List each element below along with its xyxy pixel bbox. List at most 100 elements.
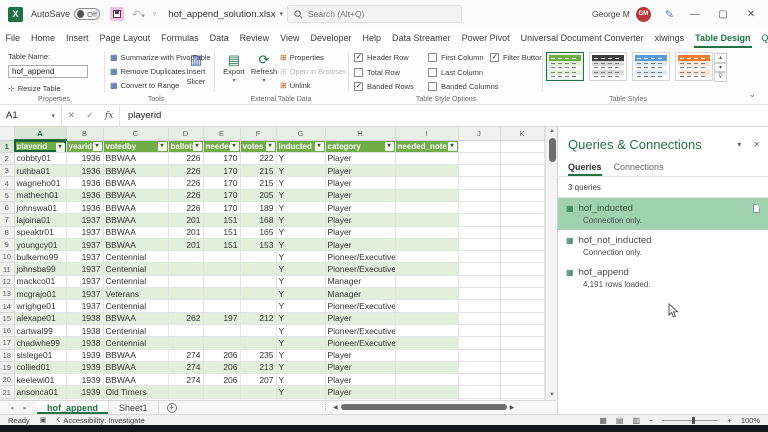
column-header-C[interactable]: C xyxy=(103,127,168,140)
cell[interactable] xyxy=(203,337,240,349)
cell[interactable]: 1936 xyxy=(66,189,103,201)
cell[interactable]: 206 xyxy=(203,349,240,361)
cell[interactable]: 189 xyxy=(240,201,276,213)
cell[interactable] xyxy=(203,300,240,312)
cell[interactable] xyxy=(395,263,458,275)
cell[interactable]: 1939 xyxy=(66,349,103,361)
zoom-out-icon[interactable]: − xyxy=(649,416,653,425)
enter-icon[interactable]: ✓ xyxy=(86,110,94,121)
cell[interactable]: 1936 xyxy=(66,165,103,177)
cell[interactable]: 1937 xyxy=(66,251,103,263)
cell[interactable]: 201 xyxy=(168,238,203,250)
cell[interactable]: BBWAA xyxy=(103,226,168,238)
empty-cell[interactable] xyxy=(500,152,544,164)
ribbon-tab[interactable]: Query xyxy=(756,28,768,48)
cell[interactable]: Player xyxy=(325,214,395,226)
gallery-more-button[interactable]: ⊽ xyxy=(714,72,727,82)
cell[interactable]: ruthba01 xyxy=(14,165,66,177)
empty-cell[interactable] xyxy=(458,238,500,250)
empty-cell[interactable] xyxy=(458,263,500,275)
empty-cell[interactable] xyxy=(500,300,544,312)
empty-cell[interactable] xyxy=(500,214,544,226)
pen-icon[interactable]: ✎ xyxy=(665,8,674,21)
style-option-checkbox[interactable]: Last Column xyxy=(428,68,499,77)
cell[interactable]: Pioneer/Executive xyxy=(325,300,395,312)
avatar[interactable]: GM xyxy=(636,7,651,22)
cell[interactable]: Y xyxy=(276,201,325,213)
cell[interactable]: Centennial xyxy=(103,263,168,275)
cell[interactable]: 1939 xyxy=(66,361,103,373)
cell[interactable]: 1936 xyxy=(66,201,103,213)
cell[interactable]: Y xyxy=(276,214,325,226)
ribbon-tab[interactable]: Table Design xyxy=(690,28,756,48)
ribbon-tab[interactable]: Data Streamer xyxy=(387,28,457,48)
cell[interactable]: Y xyxy=(276,337,325,349)
row-number[interactable]: 12 xyxy=(0,275,14,287)
cell[interactable]: BBWAA xyxy=(103,361,168,373)
gallery-down-button[interactable]: ▾ xyxy=(714,63,727,73)
undo-icon[interactable]: ↶▾ xyxy=(132,8,145,21)
cell[interactable]: Player xyxy=(325,386,395,398)
sheet-tab[interactable]: hof_append xyxy=(37,401,109,414)
user-name[interactable]: George M xyxy=(592,9,630,19)
filter-dropdown-icon[interactable]: ▾ xyxy=(56,143,65,152)
cell[interactable] xyxy=(168,386,203,398)
ribbon-tab[interactable]: Developer xyxy=(305,28,357,48)
cell[interactable]: 226 xyxy=(168,165,203,177)
cell[interactable] xyxy=(395,165,458,177)
cell[interactable]: cobbty01 xyxy=(14,152,66,164)
cell[interactable]: Pioneer/Executive xyxy=(325,251,395,263)
cell[interactable] xyxy=(395,312,458,324)
empty-cell[interactable] xyxy=(500,165,544,177)
column-header-H[interactable]: H xyxy=(325,127,395,140)
external-data-item[interactable]: ⊞ Open in Browser xyxy=(280,67,346,76)
minimize-button[interactable]: — xyxy=(688,9,702,20)
horizontal-scroll-thumb[interactable] xyxy=(341,404,507,410)
column-header-G[interactable]: G xyxy=(276,127,325,140)
cell[interactable]: Y xyxy=(276,374,325,386)
empty-cell[interactable] xyxy=(458,337,500,349)
cell[interactable]: BBWAA xyxy=(103,374,168,386)
table-header-cell[interactable]: inducted▾ xyxy=(276,140,325,152)
cell[interactable]: Centennial xyxy=(103,275,168,287)
cell[interactable]: 207 xyxy=(240,374,276,386)
cell[interactable]: keelewi01 xyxy=(14,374,66,386)
ribbon-tab[interactable]: Formulas xyxy=(156,28,205,48)
cell[interactable]: 1937 xyxy=(66,300,103,312)
cell[interactable]: 206 xyxy=(203,374,240,386)
cell[interactable]: BBWAA xyxy=(103,201,168,213)
cell[interactable]: ansonca01 xyxy=(14,386,66,398)
cell[interactable]: Y xyxy=(276,263,325,275)
cell[interactable]: 262 xyxy=(168,312,203,324)
filter-dropdown-icon[interactable]: ▾ xyxy=(158,142,167,151)
cell[interactable] xyxy=(203,251,240,263)
save-icon[interactable] xyxy=(110,7,124,21)
customize-toolbar-icon[interactable]: ▿ xyxy=(153,10,157,18)
cell[interactable]: 226 xyxy=(168,201,203,213)
cell[interactable]: BBWAA xyxy=(103,349,168,361)
autosave-control[interactable]: AutoSave Off xyxy=(31,8,100,20)
cell[interactable]: 170 xyxy=(203,177,240,189)
query-list-item[interactable]: ▦ hof_inducted Connection only. xyxy=(558,198,768,230)
empty-cell[interactable] xyxy=(458,177,500,189)
scroll-right-icon[interactable]: ▶ xyxy=(510,404,515,411)
vertical-scroll-thumb[interactable] xyxy=(549,138,556,162)
cell[interactable]: BBWAA xyxy=(103,312,168,324)
cell[interactable]: collied01 xyxy=(14,361,66,373)
row-number[interactable]: 21 xyxy=(0,386,14,398)
cell[interactable]: BBWAA xyxy=(103,152,168,164)
cell[interactable]: youngcy01 xyxy=(14,238,66,250)
empty-cell[interactable] xyxy=(458,165,500,177)
ribbon-tab[interactable]: File xyxy=(0,28,26,48)
empty-cell[interactable] xyxy=(500,324,544,336)
ribbon-tab[interactable]: Insert xyxy=(61,28,95,48)
insert-function-icon[interactable]: fx xyxy=(105,111,113,121)
filter-dropdown-icon[interactable]: ▾ xyxy=(448,142,457,151)
cell[interactable] xyxy=(395,275,458,287)
empty-cell[interactable] xyxy=(458,324,500,336)
cell[interactable]: Centennial xyxy=(103,300,168,312)
cell[interactable] xyxy=(240,324,276,336)
table-header-cell[interactable]: votes▾ xyxy=(240,140,276,152)
empty-cell[interactable] xyxy=(500,312,544,324)
cell[interactable]: johnsba99 xyxy=(14,263,66,275)
